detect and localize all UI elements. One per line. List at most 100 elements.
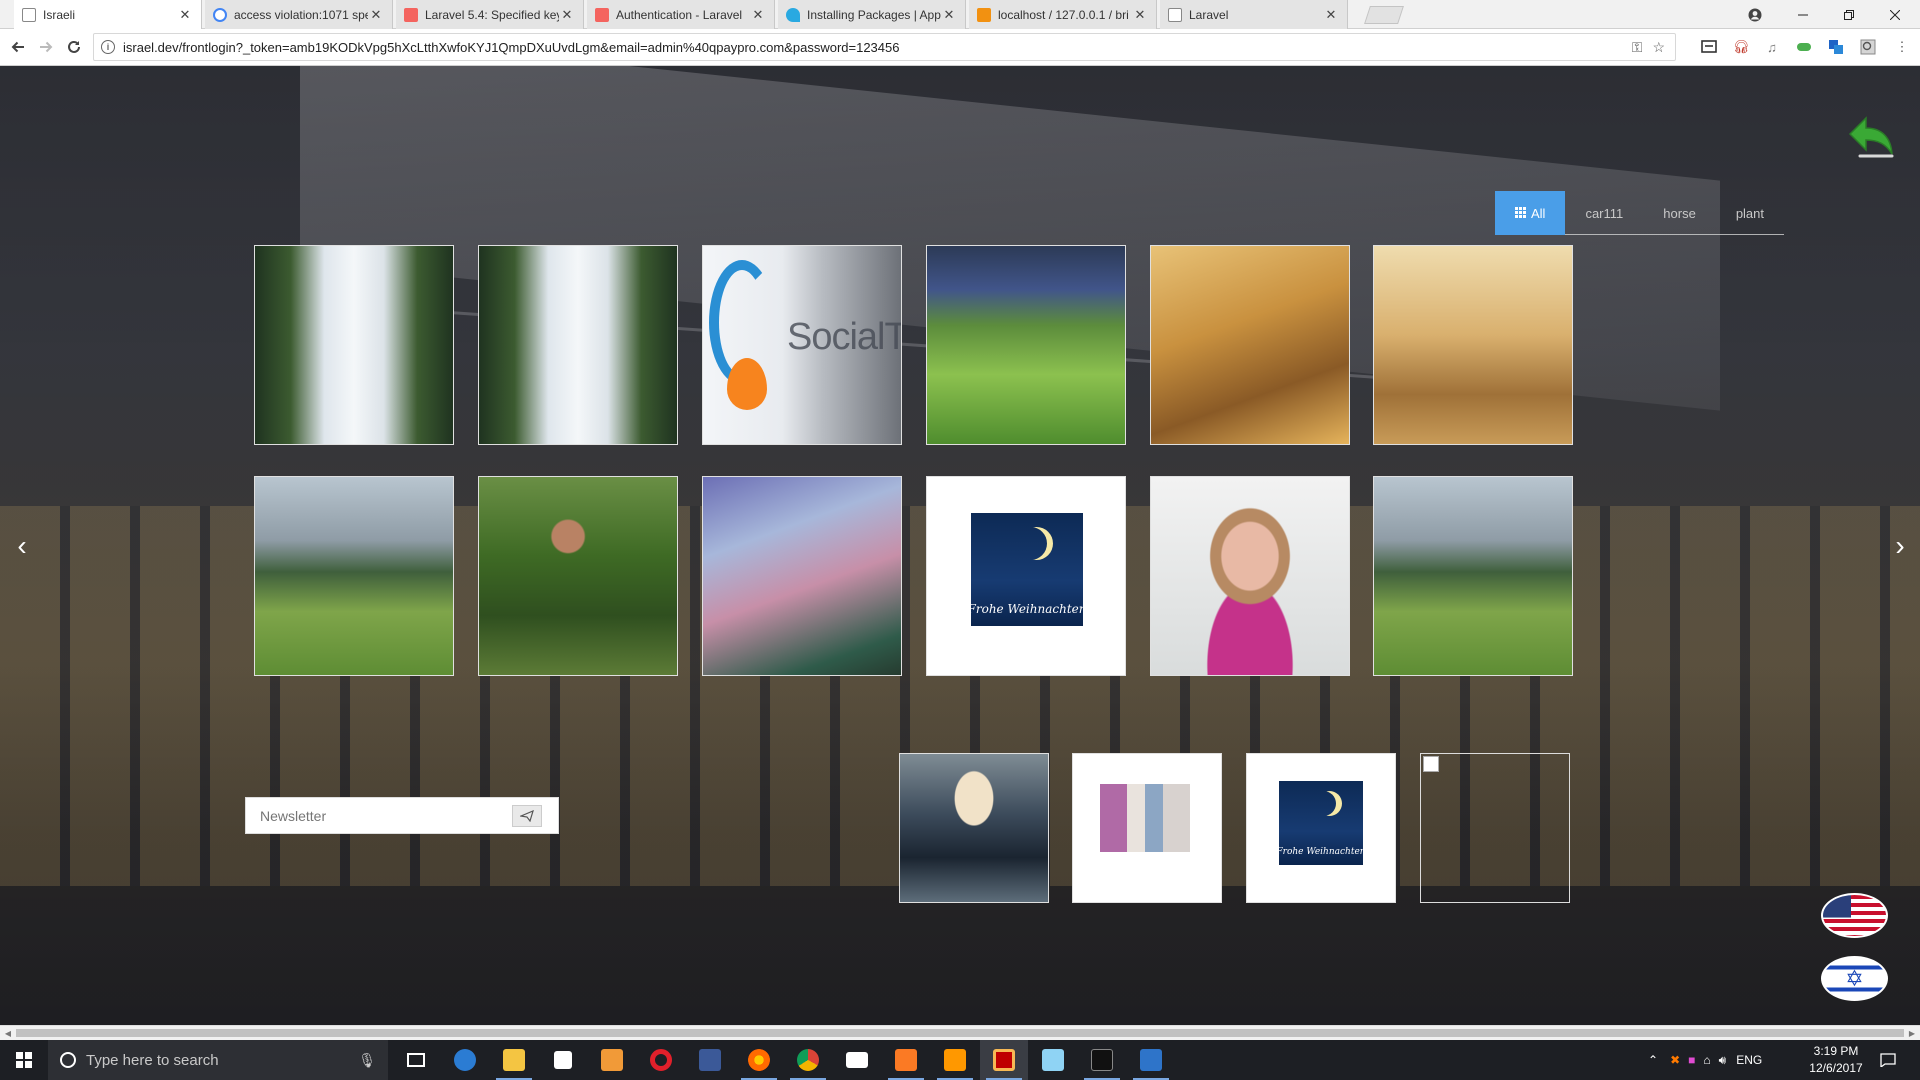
edge-icon[interactable] xyxy=(441,1040,489,1080)
gallery-image-office-people[interactable] xyxy=(1072,753,1222,903)
forward-icon[interactable] xyxy=(34,35,58,59)
opera-icon[interactable] xyxy=(637,1040,685,1080)
gallery-image-snow-forest[interactable] xyxy=(478,245,678,445)
back-icon[interactable] xyxy=(6,35,30,59)
gallery-image-socialtime-logo[interactable]: SocialTime xyxy=(702,245,902,445)
reload-icon[interactable] xyxy=(62,35,86,59)
gallery-image-lady-dusk[interactable] xyxy=(899,753,1049,903)
page-viewport: All car111 horse plant SocialTime Frohe … xyxy=(0,66,1920,1025)
office-photo xyxy=(1100,784,1190,852)
gallery-image-fantasy-castle[interactable] xyxy=(702,476,902,676)
us-flag-icon[interactable] xyxy=(1821,893,1888,938)
windows-logo-icon xyxy=(16,1052,32,1068)
chrome-icon[interactable] xyxy=(784,1040,832,1080)
gamepad-icon[interactable] xyxy=(1795,38,1813,56)
gallery-image-frohe-weihnachten[interactable]: Frohe Weihnachten xyxy=(926,476,1126,676)
send-icon[interactable] xyxy=(512,804,542,827)
volume-icon[interactable]: 🔊︎ xyxy=(1719,1053,1727,1068)
gallery-image-grape-picker[interactable] xyxy=(478,476,678,676)
scroll-left-icon[interactable]: ◀ xyxy=(0,1026,16,1041)
gallery-image-snow-forest[interactable] xyxy=(254,245,454,445)
moon-icon xyxy=(1311,791,1336,816)
tray-overflow-icon[interactable]: ⌃ xyxy=(1648,1053,1658,1067)
tab-installing-packages[interactable]: Installing Packages | App ✕ xyxy=(778,0,966,29)
xampp-tray-icon[interactable]: ✖ xyxy=(1670,1053,1680,1067)
windows-taskbar: Type here to search 🎙︎ ⌃ ✖ ■ ⌂ 🔊︎ ENG 3:… xyxy=(0,1040,1920,1080)
gallery-image-harvest-painting[interactable] xyxy=(1373,245,1573,445)
newsletter-input[interactable] xyxy=(246,798,512,833)
close-icon[interactable]: ✕ xyxy=(1323,7,1339,23)
tab-israeli[interactable]: Israeli ✕ xyxy=(14,0,202,29)
close-icon[interactable]: ✕ xyxy=(177,7,193,23)
translate-icon[interactable] xyxy=(1827,38,1845,56)
gallery-image-green-valley[interactable] xyxy=(926,245,1126,445)
gallery-image-red-barn-hills[interactable] xyxy=(1373,476,1573,676)
firefox-icon[interactable] xyxy=(735,1040,783,1080)
new-tab-button[interactable] xyxy=(1364,6,1404,24)
powershell-icon[interactable] xyxy=(1127,1040,1175,1080)
language-indicator[interactable]: ENG xyxy=(1736,1053,1762,1067)
profile-icon[interactable] xyxy=(1732,0,1778,29)
tab-laravel-key[interactable]: Laravel 5.4: Specified key ✕ xyxy=(396,0,584,29)
filter-car111[interactable]: car111 xyxy=(1565,191,1643,235)
menu-dots-icon[interactable]: ⋮ xyxy=(1893,38,1911,56)
sublime-text-icon[interactable] xyxy=(931,1040,979,1080)
clock[interactable]: 3:19 PM 12/6/2017 xyxy=(1800,1043,1872,1077)
media-player-icon[interactable] xyxy=(588,1040,636,1080)
filter-horse[interactable]: horse xyxy=(1643,191,1716,235)
notepad-icon[interactable] xyxy=(1029,1040,1077,1080)
filter-all[interactable]: All xyxy=(1495,191,1566,235)
music-note-icon[interactable]: ♫ xyxy=(1763,38,1781,56)
taskbar-search[interactable]: Type here to search 🎙︎ xyxy=(48,1040,388,1080)
filezilla-icon[interactable] xyxy=(980,1040,1028,1080)
scrollbar-thumb[interactable] xyxy=(16,1029,1904,1037)
window-close-button[interactable] xyxy=(1872,0,1918,29)
start-button[interactable] xyxy=(0,1040,48,1080)
network-icon[interactable]: ⌂ xyxy=(1703,1053,1710,1067)
bookmark-star-icon[interactable]: ☆ xyxy=(1652,39,1665,56)
task-view-icon[interactable] xyxy=(392,1040,440,1080)
zoom-extension-icon[interactable] xyxy=(1859,38,1877,56)
scroll-right-icon[interactable]: ▶ xyxy=(1904,1026,1920,1041)
mail-icon[interactable] xyxy=(833,1040,881,1080)
tab-strip: Israeli ✕ access violation:1071 spe ✕ La… xyxy=(0,0,1920,29)
close-icon[interactable]: ✕ xyxy=(559,7,575,23)
newsletter-form xyxy=(245,797,559,834)
xampp-icon[interactable] xyxy=(882,1040,930,1080)
filter-label: plant xyxy=(1735,205,1765,221)
horizontal-scrollbar[interactable]: ◀ ▶ xyxy=(0,1025,1920,1040)
israel-flag-icon[interactable]: ✡ xyxy=(1821,956,1888,1001)
app-tray-icon[interactable]: ■ xyxy=(1688,1053,1695,1067)
back-arrow-icon[interactable] xyxy=(1846,114,1898,164)
store-icon[interactable] xyxy=(539,1040,587,1080)
url-field[interactable]: i israel.dev/frontlogin?_token=amb19KODk… xyxy=(93,33,1676,61)
tab-phpmyadmin[interactable]: localhost / 127.0.0.1 / bri ✕ xyxy=(969,0,1157,29)
close-icon[interactable]: ✕ xyxy=(368,7,384,23)
url-text: israel.dev/frontlogin?_token=amb19KODkVp… xyxy=(123,39,900,55)
gallery-image-broken[interactable] xyxy=(1420,753,1570,903)
tab-authentication[interactable]: Authentication - Laravel ✕ xyxy=(587,0,775,29)
tab-access-violation[interactable]: access violation:1071 spe ✕ xyxy=(205,0,393,29)
gallery-image-farmer-painting[interactable] xyxy=(1150,245,1350,445)
headphones-icon[interactable]: 🎧︎ xyxy=(1732,38,1750,56)
close-icon[interactable]: ✕ xyxy=(1132,7,1148,23)
tab-laravel[interactable]: Laravel ✕ xyxy=(1160,0,1348,29)
minimize-button[interactable] xyxy=(1780,0,1826,29)
action-center-icon[interactable] xyxy=(1880,1040,1896,1080)
site-info-icon[interactable]: i xyxy=(101,40,115,54)
key-icon[interactable]: ⚿ xyxy=(1632,39,1643,56)
file-explorer-icon[interactable] xyxy=(490,1040,538,1080)
close-icon[interactable]: ✕ xyxy=(941,7,957,23)
microphone-icon[interactable]: 🎙︎ xyxy=(358,1052,376,1069)
filter-plant[interactable]: plant xyxy=(1716,191,1784,235)
extension-cast-icon[interactable] xyxy=(1700,38,1718,56)
cmd-icon[interactable] xyxy=(1078,1040,1126,1080)
slider-prev-arrow[interactable]: ‹ xyxy=(12,530,32,561)
gallery-image-frohe-weihnachten[interactable]: Frohe Weihnachten xyxy=(1246,753,1396,903)
facebook-icon[interactable] xyxy=(686,1040,734,1080)
restore-button[interactable] xyxy=(1826,0,1872,29)
close-icon[interactable]: ✕ xyxy=(750,7,766,23)
slider-next-arrow[interactable]: › xyxy=(1890,530,1910,561)
gallery-image-red-barn-hills[interactable] xyxy=(254,476,454,676)
gallery-image-girl-portrait[interactable] xyxy=(1150,476,1350,676)
